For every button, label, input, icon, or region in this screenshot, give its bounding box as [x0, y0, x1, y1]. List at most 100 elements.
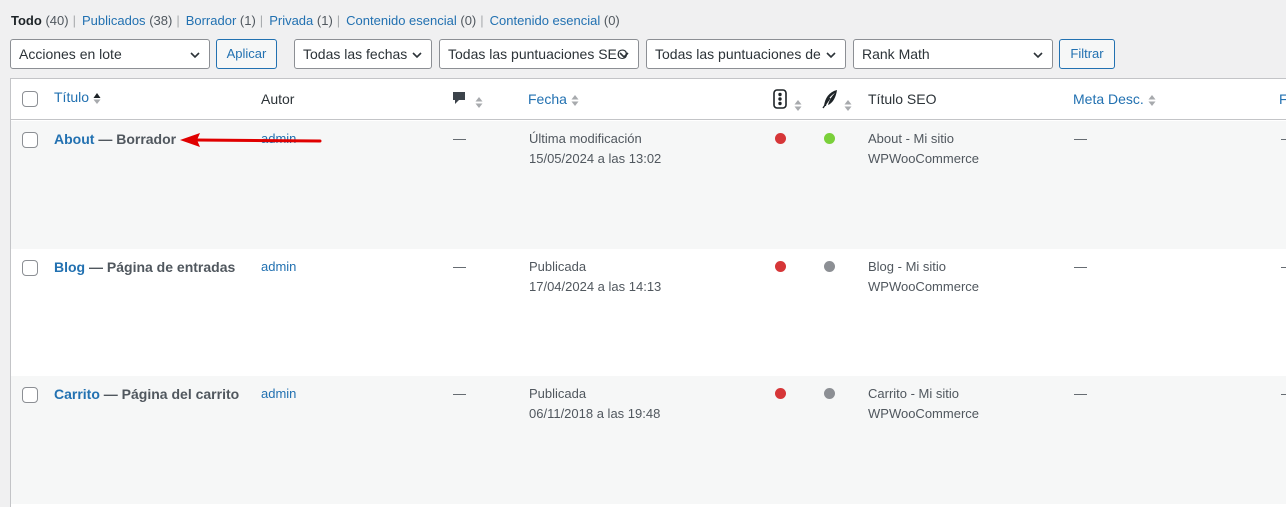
separator: |	[72, 13, 76, 28]
row-author-link[interactable]: admin	[261, 386, 296, 401]
apply-label: Aplicar	[226, 46, 267, 61]
row-checkbox[interactable]	[22, 260, 38, 276]
filter-published[interactable]: Publicados (38)	[82, 13, 172, 28]
row-title: About — Borrador	[54, 129, 176, 149]
filter-button[interactable]: Filtrar	[1059, 39, 1115, 69]
column-cutoff-header[interactable]: F	[1279, 91, 1286, 107]
row-seo-title: Carrito - Mi sitio WPWooCommerce	[868, 384, 979, 424]
sort-asc-icon	[93, 93, 101, 105]
row-seo-title-line: Carrito - Mi sitio	[868, 386, 960, 401]
row-date-value: 15/05/2024 a las 13:02	[529, 151, 662, 166]
chevron-down-icon	[619, 52, 629, 59]
seo-score-dot	[775, 261, 786, 272]
row-extra: —	[1281, 129, 1286, 149]
separator: |	[480, 13, 484, 28]
row-seo-title-line: WPWooCommerce	[868, 279, 980, 294]
row-meta-desc: —	[1074, 386, 1087, 401]
chevron-down-icon	[826, 52, 836, 59]
column-seo-score-header[interactable]	[773, 89, 802, 113]
table-row: Carrito — Página del carrito admin — Pub…	[11, 376, 1286, 504]
row-date: Publicada 17/04/2024 a las 14:13	[529, 257, 661, 297]
seo-score-dot	[775, 133, 786, 144]
row-title-link[interactable]: Carrito	[54, 386, 100, 402]
filter-cornerstone[interactable]: Contenido esencial (0)	[346, 13, 476, 28]
row-comments: —	[453, 386, 466, 401]
row-date-status: Última modificación	[529, 131, 642, 146]
row-meta-desc: —	[1074, 259, 1087, 274]
readability-filter-select[interactable]: Todas las puntuaciones de	[646, 39, 846, 69]
column-readability-header[interactable]	[821, 89, 852, 113]
filter-all[interactable]: Todo (40)	[11, 13, 69, 28]
row-comments: —	[453, 259, 466, 274]
row-checkbox[interactable]	[22, 132, 38, 148]
row-state: — Borrador	[94, 131, 177, 147]
row-date-status: Publicada	[529, 259, 587, 274]
filter-cornerstone-2[interactable]: Contenido esencial (0)	[490, 13, 620, 28]
column-meta-desc-label: Meta Desc.	[1073, 91, 1144, 107]
annotation-arrow-icon	[180, 133, 322, 147]
chevron-down-icon	[412, 52, 422, 59]
row-date: Última modificación 15/05/2024 a las 13:0…	[529, 129, 661, 169]
row-seo-title: About - Mi sitio WPWooCommerce	[868, 129, 979, 169]
bulk-actions-select[interactable]: Acciones en lote	[10, 39, 210, 69]
row-title: Carrito — Página del carrito	[54, 384, 239, 404]
row-seo-title-line: WPWooCommerce	[868, 151, 980, 166]
seo-score-filter-select[interactable]: Todas las puntuaciones SEO	[439, 39, 639, 69]
rank-math-filter-value: Rank Math	[862, 46, 930, 62]
sort-icon	[1148, 95, 1156, 107]
row-seo-title-line: WPWooCommerce	[868, 406, 980, 421]
column-seo-title-label: Título SEO	[868, 91, 937, 107]
date-filter-select[interactable]: Todas las fechas	[294, 39, 432, 69]
table-nav-toolbar: Acciones en lote Aplicar Todas las fecha…	[0, 39, 1286, 69]
column-meta-desc-header[interactable]: Meta Desc.	[1073, 91, 1156, 108]
row-meta-desc: —	[1074, 131, 1087, 146]
apply-button[interactable]: Aplicar	[216, 39, 277, 69]
row-extra: —	[1281, 384, 1286, 404]
column-seo-title-header: Título SEO	[868, 91, 936, 107]
seo-score-filter-value: Todas las puntuaciones SEO	[448, 46, 628, 62]
readability-dot	[824, 133, 835, 144]
date-filter-value: Todas las fechas	[303, 46, 408, 62]
column-date-label: Fecha	[528, 91, 567, 107]
select-all-checkbox[interactable]	[22, 91, 38, 107]
row-extra: —	[1281, 257, 1286, 277]
sort-icon	[571, 95, 579, 107]
row-title-link[interactable]: About	[54, 131, 94, 147]
post-status-filters: Todo (40) | Publicados (38) | Borrador (1) | P…	[11, 13, 620, 29]
row-date: Publicada 06/11/2018 a las 19:48	[529, 384, 660, 424]
row-state: — Página del carrito	[99, 386, 240, 402]
chevron-down-icon	[190, 52, 200, 59]
row-author[interactable]: admin	[261, 257, 296, 277]
sort-icon	[844, 100, 852, 112]
sort-icon	[794, 100, 802, 112]
column-title-label: Título	[54, 89, 90, 105]
row-author-link[interactable]: admin	[261, 259, 296, 274]
row-date-value: 06/11/2018 a las 19:48	[529, 406, 661, 421]
comment-bubble-icon	[453, 92, 465, 104]
row-title-link[interactable]: Blog	[54, 259, 85, 275]
separator: |	[259, 13, 264, 28]
readability-filter-value: Todas las puntuaciones de	[655, 46, 821, 62]
row-date-value: 17/04/2024 a las 14:13	[529, 279, 662, 294]
column-author-header: Autor	[261, 91, 294, 107]
filter-draft[interactable]: Borrador (1)	[186, 13, 256, 28]
column-comments-header[interactable]	[452, 90, 483, 110]
traffic-light-icon	[773, 89, 787, 109]
column-cutoff-label: F	[1279, 91, 1286, 107]
column-title-header[interactable]: Título	[54, 89, 101, 106]
table-header: Título Autor Fecha Título SEO Meta Desc.…	[11, 79, 1286, 120]
table-row: Blog — Página de entradas admin — Public…	[11, 249, 1286, 377]
row-checkbox[interactable]	[22, 387, 38, 403]
separator: |	[336, 13, 341, 28]
feather-icon	[822, 90, 837, 109]
row-date-status: Publicada	[529, 386, 587, 401]
sort-icon	[475, 97, 483, 109]
chevron-down-icon	[1033, 52, 1043, 59]
filter-private[interactable]: Privada (1)	[269, 13, 333, 28]
column-date-header[interactable]: Fecha	[528, 91, 579, 108]
separator: |	[176, 13, 180, 28]
row-title: Blog — Página de entradas	[54, 257, 235, 277]
column-author-label: Autor	[261, 91, 295, 107]
row-author[interactable]: admin	[261, 384, 296, 404]
rank-math-filter-select[interactable]: Rank Math	[853, 39, 1053, 69]
